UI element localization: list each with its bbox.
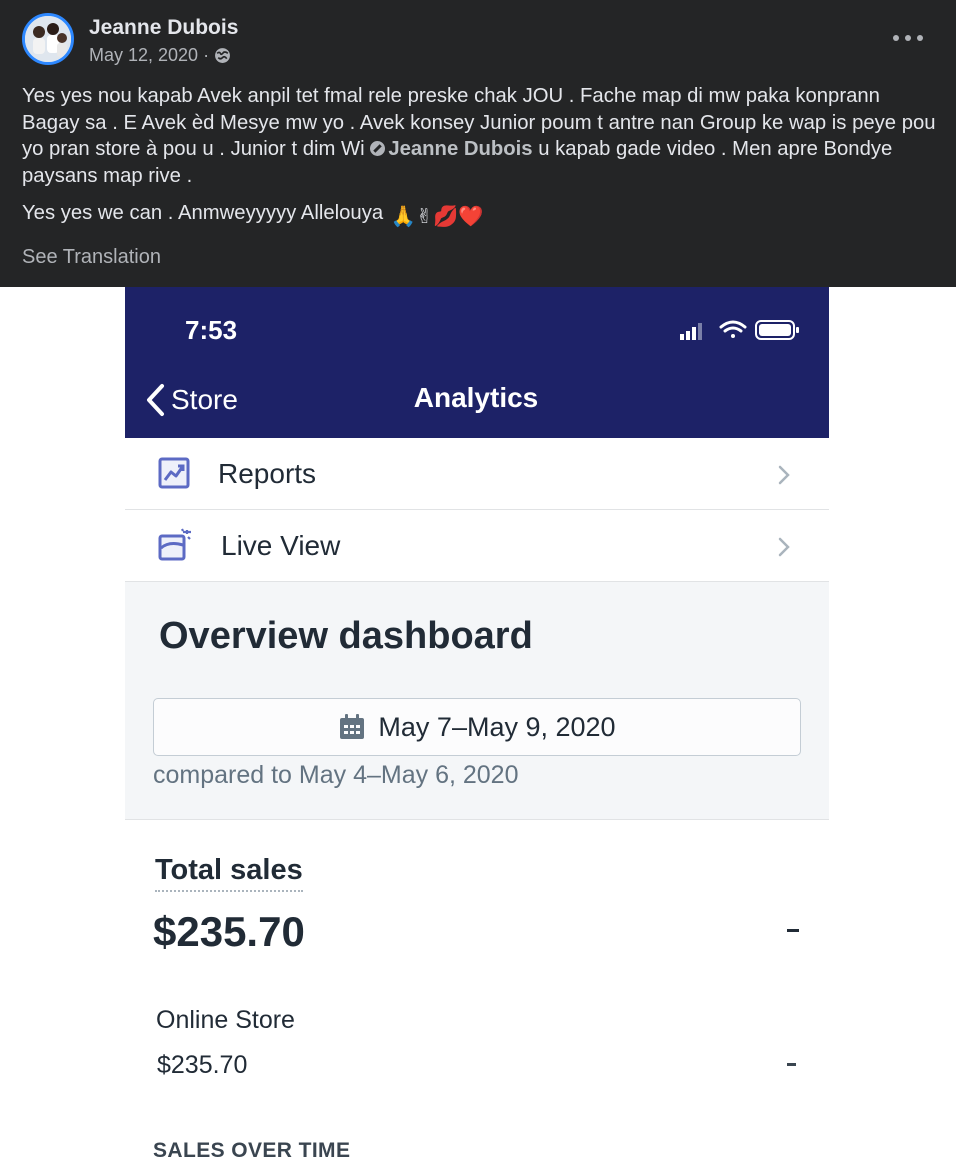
author-avatar[interactable] xyxy=(22,13,74,65)
menu-item-reports[interactable]: Reports xyxy=(125,438,829,510)
overview-heading: Overview dashboard xyxy=(159,615,533,657)
total-sales-label[interactable]: Total sales xyxy=(155,854,303,892)
reports-chart-icon xyxy=(158,457,190,489)
meta-separator: · xyxy=(203,45,210,65)
total-sales-value: $235.70 xyxy=(153,908,305,955)
mention-link[interactable]: Jeanne Dubois xyxy=(388,138,532,160)
status-icons xyxy=(680,320,799,340)
menu-item-live-view[interactable]: Live View xyxy=(125,510,829,582)
date-range-label: May 7–May 9, 2020 xyxy=(378,711,616,742)
avatar-photo-icon xyxy=(25,16,71,62)
dot-icon xyxy=(893,35,899,41)
post-text-part: Yes yes we can . Anmweyyyyy Allelouya xyxy=(22,202,389,224)
wifi-icon xyxy=(719,320,747,338)
live-view-icon xyxy=(158,528,191,561)
post-date[interactable]: May 12, 2020 xyxy=(89,45,198,66)
dot-icon xyxy=(905,35,911,41)
total-sales-card: Total sales $235.70 Online Store $235.70… xyxy=(125,819,829,1166)
see-translation-link[interactable]: See Translation xyxy=(22,246,161,269)
menu-item-label: Live View xyxy=(221,529,341,561)
channel-value: $235.70 xyxy=(157,1051,248,1079)
status-time: 7:53 xyxy=(185,315,238,345)
more-options-button[interactable] xyxy=(893,26,923,50)
page-title: Analytics xyxy=(125,382,829,414)
dot-icon xyxy=(917,35,923,41)
post-body: Yes yes nou kapab Avek anpil tet fmal re… xyxy=(22,83,942,231)
mention-icon xyxy=(370,141,386,156)
post-meta: May 12, 2020 · xyxy=(89,45,231,66)
menu-item-label: Reports xyxy=(218,457,317,489)
facebook-post: Jeanne Dubois May 12, 2020 · Yes yes nou… xyxy=(0,0,956,287)
comparison-range: compared to May 4–May 6, 2020 xyxy=(153,761,519,789)
author-name[interactable]: Jeanne Dubois xyxy=(89,16,238,40)
channel-change xyxy=(787,1063,796,1066)
sales-over-time-heading: SALES OVER TIME xyxy=(153,1139,351,1162)
chevron-right-icon xyxy=(778,465,790,485)
date-range-button[interactable]: May 7–May 9, 2020 xyxy=(153,698,801,756)
signal-icon xyxy=(680,323,702,340)
calendar-icon xyxy=(340,714,365,739)
chevron-right-icon xyxy=(778,537,790,557)
post-paragraph-2: Yes yes we can . Anmweyyyyy Allelouya 🙏✌… xyxy=(22,200,942,231)
emoji-group-icon: 🙏✌💋❤️ xyxy=(390,206,484,228)
channel-label: Online Store xyxy=(156,1006,295,1034)
shared-screenshot: 7:53 Store Analytics Reports Live View O… xyxy=(125,287,829,1166)
globe-icon xyxy=(215,48,231,63)
page-title-text: Analytics xyxy=(413,382,539,413)
total-sales-change xyxy=(787,929,799,932)
post-paragraph-1: Yes yes nou kapab Avek anpil tet fmal re… xyxy=(22,83,942,189)
navigation-bar: 7:53 Store Analytics xyxy=(125,287,829,438)
battery-icon xyxy=(755,320,799,340)
